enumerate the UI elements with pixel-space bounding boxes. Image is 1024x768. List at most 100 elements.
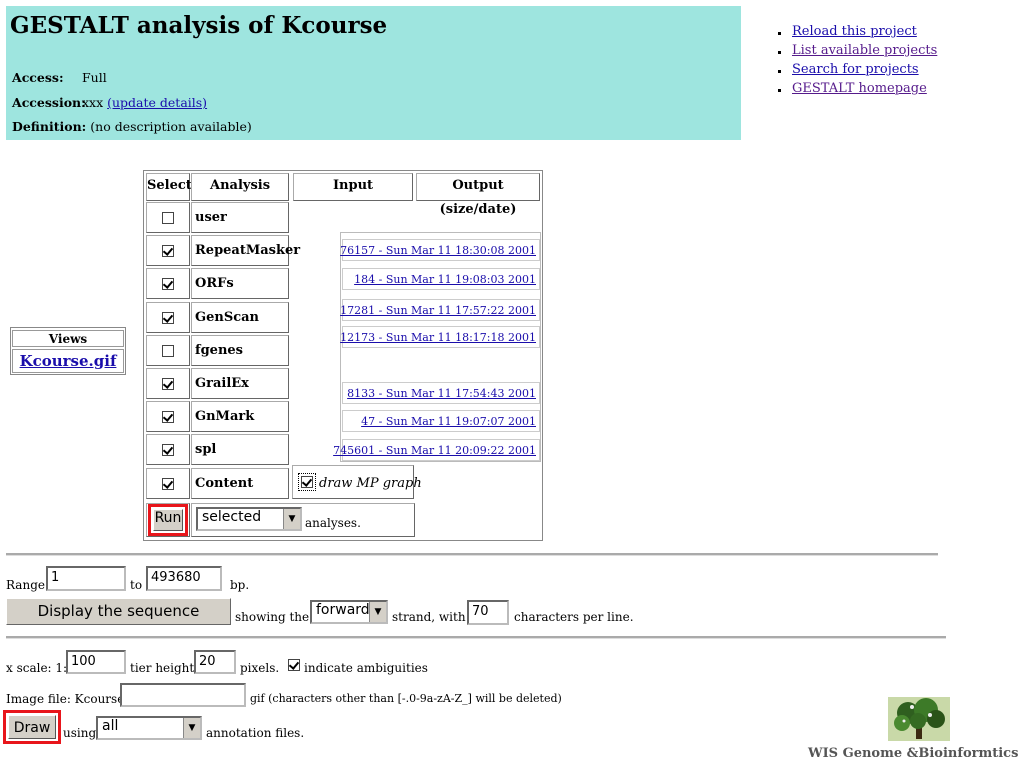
range-to-input[interactable]: 493680 [146,566,222,591]
analysis-checkbox[interactable] [162,478,174,490]
nav-item-list: List available projects [778,43,937,62]
strand-select-value: forward [316,602,370,618]
page-title: GESTALT analysis of Kcourse [10,12,388,39]
run-button[interactable]: Run [148,504,188,536]
strand-select[interactable]: forward ▼ [310,600,388,624]
analysis-checkbox[interactable] [162,245,174,257]
header-output: Output (size/date) [416,173,540,217]
analyses-select-value: selected [202,509,262,525]
project-nav: Reload this project List available proje… [778,24,937,100]
update-details-link[interactable]: (update details) [107,95,207,110]
showing-label: showing the [235,610,310,624]
chevron-down-icon: ▼ [283,509,300,529]
xscale-input[interactable]: 100 [66,650,126,674]
analyses-suffix: analyses. [305,516,361,530]
range-label: Range: [6,578,50,592]
ambiguities-label: indicate ambiguities [304,661,428,675]
analysis-checkbox[interactable] [162,312,174,324]
annotation-select[interactable]: all ▼ [96,716,202,740]
draw-button-label: Draw [8,715,56,739]
analysis-checkbox[interactable] [162,444,174,456]
analysis-name: RepeatMasker [195,243,301,258]
output-link[interactable]: 76157 - Sun Mar 11 18:30:08 2001 [340,244,536,257]
output-link[interactable]: 745601 - Sun Mar 11 20:09:22 2001 [333,444,536,457]
views-header: Views [12,330,124,347]
using-label: using [63,726,97,740]
draw-button[interactable]: Draw [3,710,61,744]
strand-suffix: strand, with [392,610,466,624]
output-link[interactable]: 12173 - Sun Mar 11 18:17:18 2001 [340,331,536,344]
tier-height-label: tier height: [130,661,199,675]
accession-value: xxx [81,95,104,110]
search-projects-link[interactable]: Search for projects [792,62,919,77]
header-input: Input [293,173,413,201]
annotation-select-value: all [102,718,119,734]
chevron-down-icon: ▼ [369,602,386,622]
output-link[interactable]: 47 - Sun Mar 11 19:07:07 2001 [361,415,536,428]
analysis-checkbox[interactable] [162,411,174,423]
analysis-name-cell: spl [191,434,289,465]
analysis-name-cell: user [191,202,289,233]
draw-mp-checkbox[interactable] [298,473,316,491]
range-to-label: to [130,578,143,592]
xscale-label: x scale: 1: [6,661,68,675]
divider [6,553,938,556]
ambiguities-checkbox[interactable] [288,659,300,671]
analysis-name-cell: GenScan [191,302,289,333]
output-cell: 745601 - Sun Mar 11 20:09:22 2001 [333,439,540,461]
accession-label: Accession: [12,95,86,110]
kcourse-gif-link[interactable]: Kcourse.gif [20,352,117,370]
accession-row: Accession: xxx (update details) [12,95,207,110]
footer-credit: WIS Genome &Bioinformtics [808,746,1019,761]
annotation-suffix: annotation files. [206,726,305,740]
definition-label: Definition: [12,119,87,134]
analysis-checkbox[interactable] [162,278,174,290]
range-unit: bp. [230,578,250,592]
divider [6,636,946,639]
image-file-input[interactable] [120,683,246,707]
list-projects-link[interactable]: List available projects [792,43,937,58]
header-select: Select [146,173,192,201]
output-link[interactable]: 17281 - Sun Mar 11 17:57:22 2001 [340,304,536,317]
select-cell [146,434,190,465]
nav-item-reload: Reload this project [778,24,937,43]
nav-item-search: Search for projects [778,62,937,81]
select-cell [146,335,190,366]
analysis-checkbox[interactable] [162,212,174,224]
analysis-name: Content [195,476,254,491]
analysis-name-cell: ORFs [191,268,289,299]
display-sequence-button[interactable]: Display the sequence [6,598,231,625]
analyses-select[interactable]: selected ▼ [196,507,302,531]
image-file-label: Image file: Kcourse. [6,692,129,706]
chars-per-line-input[interactable]: 70 [467,600,509,625]
image-file-note: gif (characters other than [-.0-9a-zA-Z_… [250,692,562,705]
output-link[interactable]: 8133 - Sun Mar 11 17:54:43 2001 [347,387,536,400]
select-cell [146,468,190,499]
analysis-name-cell: fgenes [191,335,289,366]
tree-logo-icon [888,697,950,741]
analysis-name: spl [195,442,217,457]
analysis-name: fgenes [195,343,243,358]
analysis-name-cell: Content [191,468,289,499]
analysis-name-cell: GnMark [191,401,289,432]
output-cell: 8133 - Sun Mar 11 17:54:43 2001 [342,382,540,404]
gestalt-homepage-link[interactable]: GESTALT homepage [792,81,927,96]
analysis-checkbox[interactable] [162,378,174,390]
analysis-checkbox[interactable] [162,345,174,357]
run-button-label: Run [153,509,183,531]
chars-suffix: characters per line. [514,610,634,624]
views-cell: Kcourse.gif [12,349,124,373]
tier-height-input[interactable]: 20 [194,650,236,674]
select-cell [146,368,190,399]
output-cell: 47 - Sun Mar 11 19:07:07 2001 [342,410,540,432]
analysis-name: GrailEx [195,376,249,391]
header-analysis: Analysis [191,173,289,201]
analysis-name-cell: RepeatMasker [191,235,300,266]
pixels-label: pixels. [240,661,280,675]
access-row: Access: Full [12,70,107,85]
chevron-down-icon: ▼ [183,718,200,738]
output-link[interactable]: 184 - Sun Mar 11 19:08:03 2001 [354,273,536,286]
reload-project-link[interactable]: Reload this project [792,24,917,39]
select-cell [146,235,190,266]
range-from-input[interactable]: 1 [46,566,126,591]
